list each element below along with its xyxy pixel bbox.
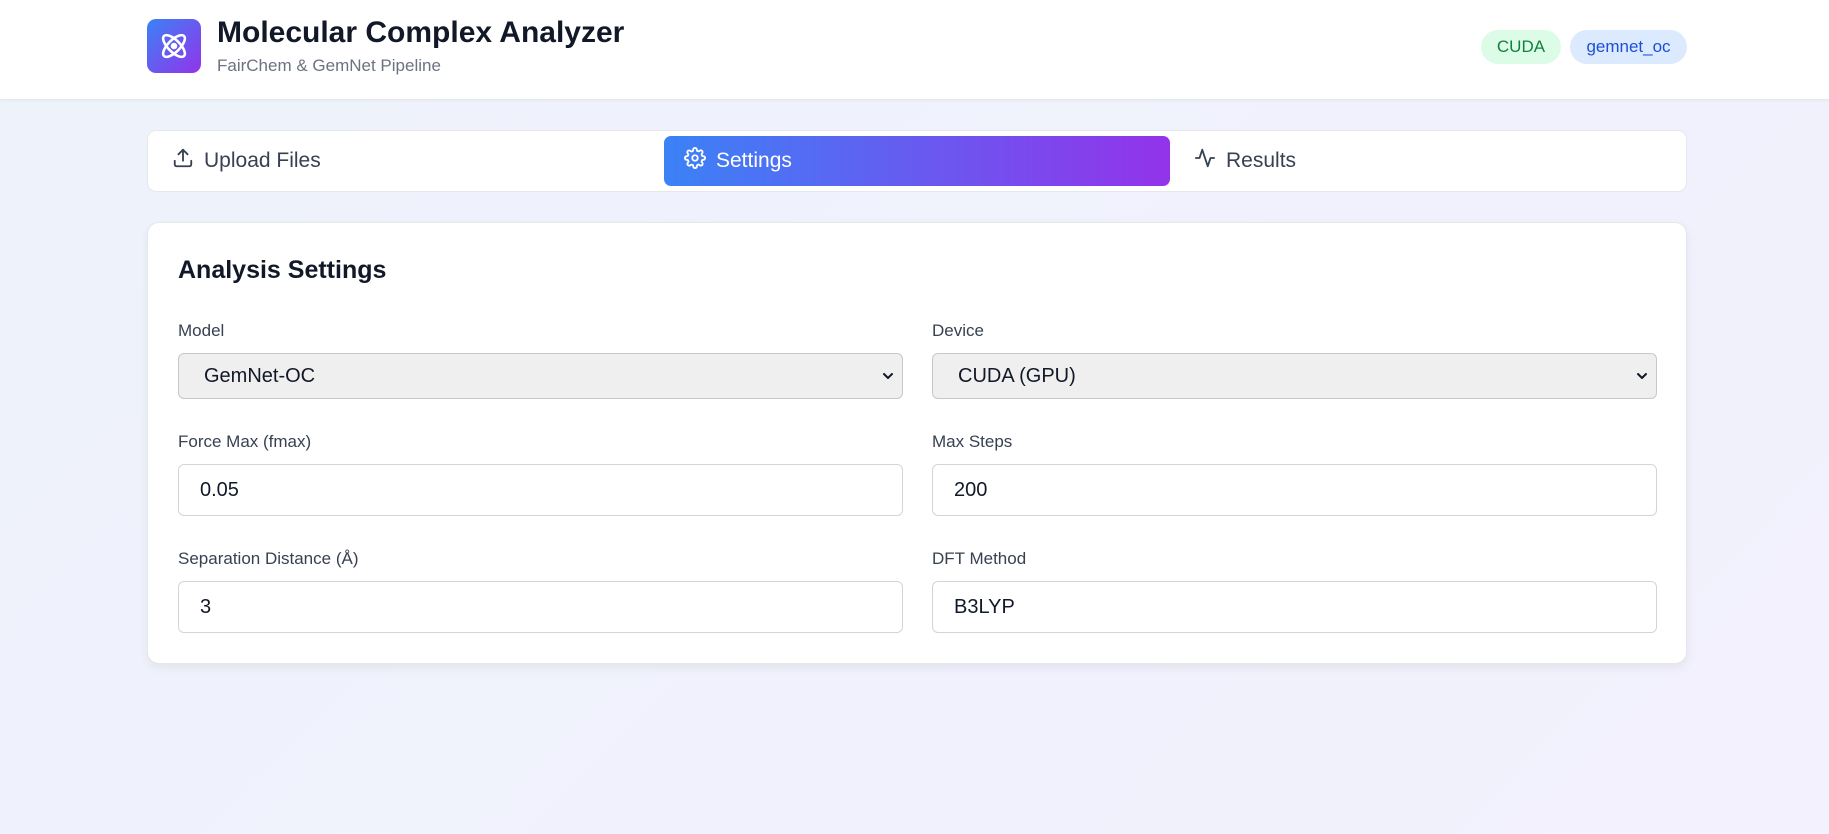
device-select[interactable]: CUDA (GPU) (932, 353, 1657, 399)
device-badge: CUDA (1481, 30, 1561, 64)
separation-label: Separation Distance (Å) (178, 549, 359, 568)
chevron-down-icon (1637, 373, 1647, 379)
max-steps-label: Max Steps (932, 432, 1013, 451)
settings-card: Analysis Settings Model GemNet-OC Device… (147, 222, 1687, 664)
settings-title: Analysis Settings (178, 256, 387, 284)
model-select[interactable]: GemNet-OC (178, 353, 903, 399)
separation-input[interactable]: 3 (178, 581, 903, 633)
model-badge: gemnet_oc (1570, 30, 1687, 64)
dft-method-label: DFT Method (932, 549, 1027, 568)
atom-icon (147, 19, 201, 73)
activity-icon (1194, 147, 1216, 175)
model-select-value: GemNet-OC (204, 364, 316, 387)
fmax-input[interactable]: 0.05 (178, 464, 903, 516)
tab-settings[interactable]: Settings (664, 136, 1170, 186)
tab-results[interactable]: Results (1194, 136, 1664, 186)
tab-label: Upload Files (204, 149, 321, 172)
max-steps-input[interactable]: 200 (932, 464, 1657, 516)
dft-method-input[interactable]: B3LYP (932, 581, 1657, 633)
device-label: Device (932, 321, 984, 340)
model-label: Model (178, 321, 225, 340)
app-header: Molecular Complex Analyzer FairChem & Ge… (0, 0, 1829, 100)
tab-label: Results (1226, 149, 1297, 172)
app-title: Molecular Complex Analyzer (217, 16, 625, 49)
device-select-value: CUDA (GPU) (958, 364, 1076, 387)
tab-label: Settings (716, 149, 792, 172)
fmax-label: Force Max (fmax) (178, 432, 312, 451)
gear-icon (684, 147, 706, 175)
app-subtitle: FairChem & GemNet Pipeline (217, 56, 441, 75)
tab-upload-files[interactable]: Upload Files (172, 136, 652, 186)
upload-icon (172, 147, 194, 175)
chevron-down-icon (883, 373, 893, 379)
tab-bar: Upload Files Settings Results (147, 130, 1687, 192)
